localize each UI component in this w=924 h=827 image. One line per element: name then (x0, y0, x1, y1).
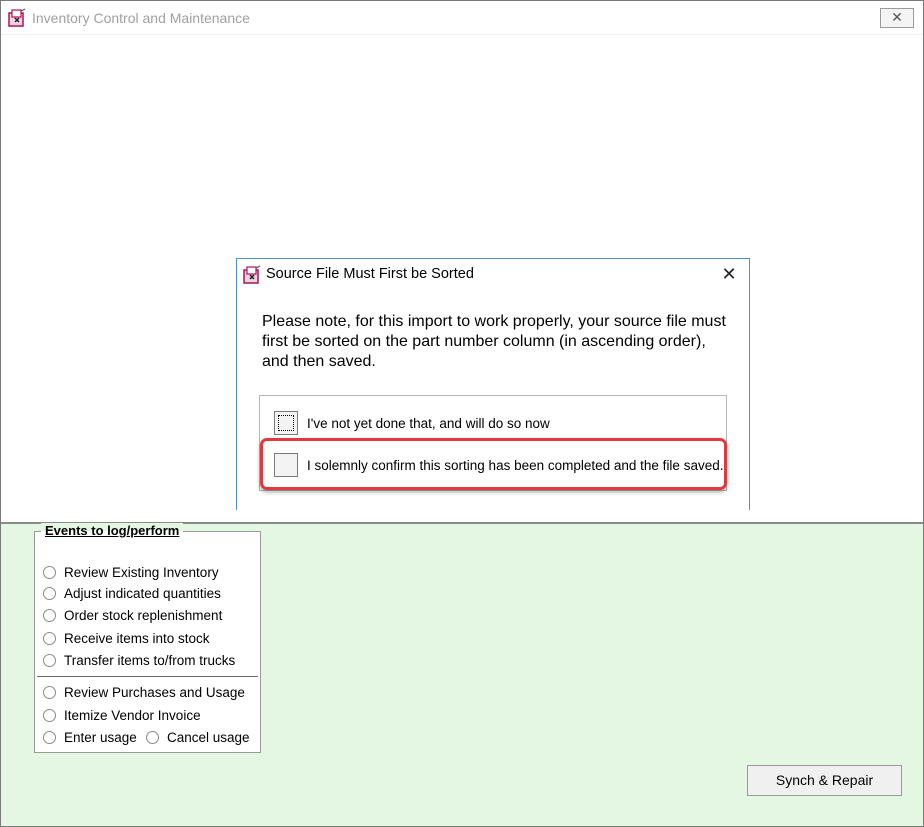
dialog-title: Source File Must First be Sorted (266, 266, 474, 282)
radio-label: Receive items into stock (64, 630, 210, 646)
option-not-yet-done[interactable]: I've not yet done that, and will do so n… (274, 410, 550, 436)
dialog-message: Please note, for this import to work pro… (262, 313, 726, 370)
radio-label: Review Existing Inventory (64, 564, 219, 580)
radio-adjust-quantities[interactable]: Adjust indicated quantities (43, 584, 221, 602)
radio-circle[interactable] (43, 653, 56, 667)
option-button[interactable] (274, 411, 298, 435)
radio-label: Transfer items to/from trucks (64, 652, 236, 668)
radio-label: Cancel usage (167, 729, 250, 745)
window-title: Inventory Control and Maintenance (32, 10, 250, 26)
highlight-annotation (260, 438, 727, 490)
events-groupbox: Events to log/perform Review Existing In… (34, 523, 261, 753)
app-icon (8, 8, 26, 27)
events-legend: Events to log/perform (41, 523, 184, 538)
radio-circle[interactable] (43, 730, 56, 744)
option-label: I've not yet done that, and will do so n… (307, 415, 550, 431)
radio-circle[interactable] (43, 608, 56, 622)
radio-review-existing-inventory[interactable]: Review Existing Inventory (43, 563, 219, 581)
radio-circle[interactable] (43, 631, 56, 645)
radio-label: Adjust indicated quantities (64, 585, 221, 601)
radio-label: Enter usage (64, 729, 137, 745)
radio-cancel-usage[interactable]: Cancel usage (146, 728, 250, 746)
radio-order-replenishment[interactable]: Order stock replenishment (43, 606, 222, 624)
dialog-app-icon (243, 265, 261, 284)
radio-circle[interactable] (43, 685, 56, 699)
radio-circle[interactable] (43, 586, 56, 600)
radio-circle[interactable] (146, 730, 159, 744)
radio-enter-usage[interactable]: Enter usage (43, 728, 137, 746)
radio-review-purchases[interactable]: Review Purchases and Usage (43, 683, 245, 701)
radio-label: Itemize Vendor Invoice (64, 707, 201, 723)
synch-repair-button[interactable]: Synch & Repair (747, 765, 902, 796)
radio-itemize-vendor-invoice[interactable]: Itemize Vendor Invoice (43, 706, 201, 724)
dialog-close-button[interactable]: ✕ (717, 262, 741, 286)
radio-label: Order stock replenishment (64, 607, 223, 623)
radio-circle[interactable] (43, 708, 56, 722)
radio-transfer-items[interactable]: Transfer items to/from trucks (43, 651, 235, 669)
radio-circle[interactable] (43, 565, 56, 579)
events-divider (37, 676, 258, 677)
radio-label: Review Purchases and Usage (64, 684, 245, 700)
radio-receive-items[interactable]: Receive items into stock (43, 629, 210, 647)
window-close-button[interactable]: ✕ (880, 8, 914, 28)
title-bar: Inventory Control and Maintenance ✕ (1, 1, 923, 35)
